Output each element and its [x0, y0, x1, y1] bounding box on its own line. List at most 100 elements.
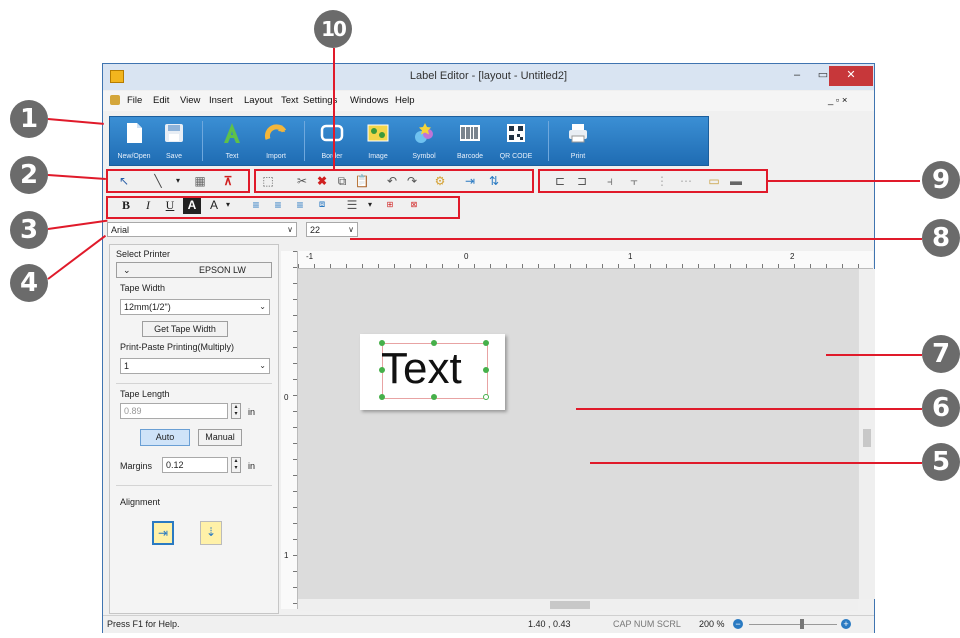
- vertical-scrollbar[interactable]: [858, 269, 875, 599]
- resize-handle[interactable]: [483, 367, 489, 373]
- font-name-select[interactable]: Arial ∨: [107, 222, 297, 237]
- printer-select[interactable]: ⌄ EPSON LW: [116, 262, 272, 278]
- image-icon: [367, 124, 389, 142]
- callout-line-3: [47, 219, 108, 230]
- menu-bar: File Edit View Insert Layout Text Settin…: [103, 91, 874, 111]
- document-icon[interactable]: [110, 95, 120, 105]
- chevron-down-icon: ⌄: [259, 361, 266, 370]
- callout-line-1: [47, 118, 104, 125]
- print-button[interactable]: Print: [558, 119, 598, 163]
- select-printer-label: Select Printer: [116, 249, 171, 259]
- save-icon: [165, 124, 183, 142]
- ruler-ticks: [298, 264, 873, 268]
- scroll-thumb[interactable]: [863, 429, 871, 447]
- resize-handle[interactable]: [379, 394, 385, 400]
- callout-line-7: [826, 354, 922, 356]
- callout-1: 1: [10, 100, 48, 138]
- tape-length-input[interactable]: 0.89: [120, 403, 228, 419]
- title-bar[interactable]: Label Editor - [layout - Untitled2] – ▭ …: [103, 64, 874, 90]
- chevron-down-icon: ∨: [348, 225, 354, 234]
- print-paste-label: Print-Paste Printing(Multiply): [120, 342, 235, 352]
- symbol-button[interactable]: Symbol: [404, 119, 444, 163]
- menu-file[interactable]: File: [127, 95, 142, 106]
- status-help: Press F1 for Help.: [107, 619, 180, 629]
- editing-area[interactable]: [298, 269, 858, 599]
- margins-unit: in: [248, 461, 256, 471]
- margins-input[interactable]: 0.12: [162, 457, 228, 473]
- tape-length-spinner[interactable]: ▴ ▾: [231, 403, 241, 419]
- divider: [116, 383, 272, 384]
- minimize-button[interactable]: –: [783, 66, 811, 86]
- vertical-ruler: 0 1: [281, 251, 298, 609]
- horizontal-ruler: -1 0 1 2: [298, 251, 873, 269]
- close-button[interactable]: ✕: [829, 66, 873, 86]
- ribbon-separator: [304, 121, 305, 161]
- new-open-button[interactable]: New/Open: [116, 119, 152, 163]
- menu-help[interactable]: Help: [395, 95, 415, 106]
- zoom-slider-thumb[interactable]: [800, 619, 804, 629]
- vertical-alignment-button[interactable]: ⇣: [200, 521, 222, 545]
- callout-line-2: [47, 174, 106, 181]
- callout-line-5: [590, 462, 922, 464]
- menu-text[interactable]: Text: [281, 95, 298, 106]
- alignment-label: Alignment: [120, 497, 161, 507]
- chevron-down-icon: ⌄: [259, 302, 266, 311]
- zoom-in-icon[interactable]: +: [841, 619, 851, 629]
- margins-spinner[interactable]: ▴ ▾: [231, 457, 241, 473]
- resize-handle[interactable]: [379, 367, 385, 373]
- mdi-controls[interactable]: _ ▫ ×: [828, 95, 847, 106]
- callout-line-6: [576, 408, 922, 410]
- callout-10: 10: [314, 10, 352, 48]
- menu-edit[interactable]: Edit: [153, 95, 169, 106]
- menu-windows[interactable]: Windows: [350, 95, 389, 106]
- image-button[interactable]: Image: [358, 119, 398, 163]
- cursor-coordinates: 1.40 , 0.43: [528, 619, 571, 629]
- tape-length-unit: in: [248, 407, 256, 417]
- qr-code-button[interactable]: QR CODE: [496, 119, 536, 163]
- text-object[interactable]: Text: [381, 344, 462, 394]
- callout-3: 3: [10, 211, 48, 249]
- auto-button[interactable]: Auto: [140, 429, 190, 446]
- import-button[interactable]: Import: [258, 119, 294, 163]
- callout-line-9: [768, 180, 920, 182]
- callout-line-8: [350, 238, 922, 240]
- text-button[interactable]: Text: [214, 119, 250, 163]
- border-icon: [320, 124, 344, 142]
- resize-handle[interactable]: [379, 340, 385, 346]
- status-bar: Press F1 for Help. 1.40 , 0.43 CAP NUM S…: [103, 615, 874, 633]
- qr-code-icon: [507, 124, 525, 142]
- ribbon-separator: [548, 121, 549, 161]
- key-indicators: CAP NUM SCRL: [613, 619, 681, 629]
- border-button[interactable]: Border: [312, 119, 352, 163]
- scroll-thumb[interactable]: [550, 601, 590, 609]
- zoom-slider[interactable]: [749, 624, 837, 625]
- divider: [116, 485, 272, 486]
- horizontal-scrollbar[interactable]: [298, 599, 858, 611]
- zoom-out-icon[interactable]: −: [733, 619, 743, 629]
- menu-insert[interactable]: Insert: [209, 95, 233, 106]
- highlight-box-9: [538, 169, 768, 193]
- resize-handle[interactable]: [431, 394, 437, 400]
- tape-label[interactable]: Text: [360, 334, 505, 410]
- barcode-button[interactable]: Barcode: [450, 119, 490, 163]
- font-size-select[interactable]: 22 ∨: [306, 222, 358, 237]
- callout-7: 7: [922, 335, 960, 373]
- resize-handle[interactable]: [431, 340, 437, 346]
- margins-label: Margins: [120, 461, 153, 471]
- save-button[interactable]: Save: [156, 119, 192, 163]
- tape-width-select[interactable]: 12mm(1/2") ⌄: [120, 299, 270, 315]
- manual-button[interactable]: Manual: [198, 429, 242, 446]
- printer-settings-panel: Select Printer ⌄ EPSON LW Tape Width 12m…: [109, 244, 279, 614]
- import-icon: [264, 124, 287, 140]
- callout-4: 4: [10, 264, 48, 302]
- horizontal-alignment-button[interactable]: ⇥: [152, 521, 174, 545]
- print-paste-select[interactable]: 1 ⌄: [120, 358, 270, 374]
- resize-handle[interactable]: [483, 340, 489, 346]
- symbol-icon: [415, 123, 433, 143]
- get-tape-width-button[interactable]: Get Tape Width: [142, 321, 228, 337]
- menu-view[interactable]: View: [180, 95, 200, 106]
- resize-handle[interactable]: [483, 394, 489, 400]
- chevron-down-icon: ⌄: [123, 265, 131, 275]
- menu-layout[interactable]: Layout: [244, 95, 273, 106]
- printer-icon: [569, 124, 587, 143]
